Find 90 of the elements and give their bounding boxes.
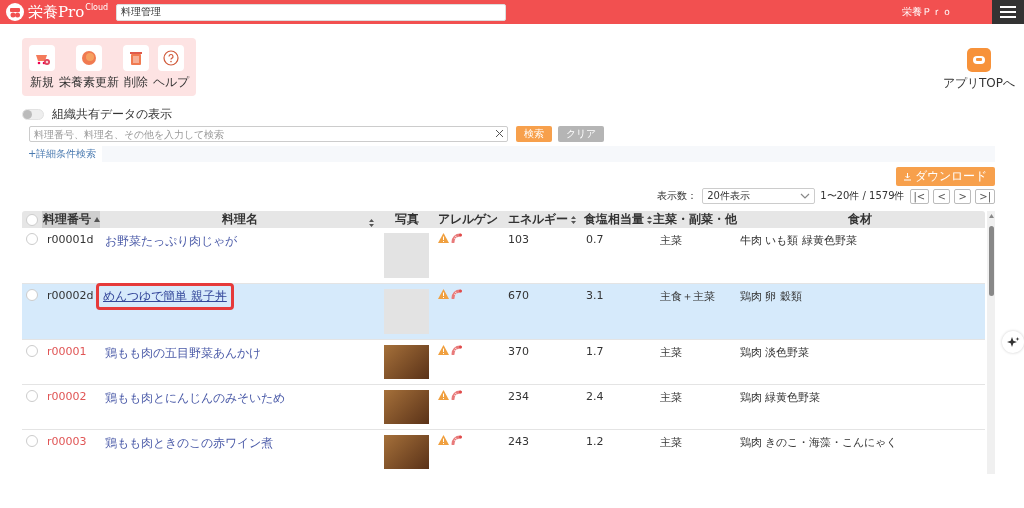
- ingredients-text: 鶏肉 卵 穀類: [740, 290, 802, 303]
- column-header[interactable]: エネルギー: [503, 211, 581, 228]
- ingredients-text: 牛肉 いも類 緑黄色野菜: [740, 234, 857, 247]
- search-field[interactable]: 料理管理: [116, 3, 507, 21]
- pager-button[interactable]: <: [933, 188, 951, 204]
- shrimp-icon: [451, 289, 462, 299]
- select-all-checkbox[interactable]: [26, 213, 38, 226]
- warning-icon: [438, 435, 449, 445]
- warning-icon: [438, 289, 449, 299]
- ingredients-text: 鶏肉 きのこ・海藻・こんにゃく: [740, 436, 898, 449]
- logo-text: 栄養Pro: [28, 2, 85, 22]
- trash-icon: [127, 49, 145, 67]
- row-checkbox[interactable]: [26, 233, 38, 245]
- logo-superscript-text: Cloud: [85, 2, 109, 12]
- recipe-number: r00002: [47, 390, 87, 403]
- shrimp-icon: [451, 390, 462, 400]
- dish-category: 主菜: [660, 346, 682, 359]
- energy-value: 370: [508, 345, 529, 358]
- advanced-search-link[interactable]: +詳細条件検索: [22, 146, 103, 162]
- logo-icon: [6, 3, 24, 21]
- dish-category: 主菜: [660, 391, 682, 404]
- menu-button[interactable]: [992, 0, 1024, 24]
- cloud-icon: [972, 53, 986, 67]
- recipe-number: r00001d: [47, 233, 94, 246]
- row-checkbox[interactable]: [26, 435, 38, 447]
- recipe-name-link[interactable]: めんつゆで簡単 親子丼: [96, 283, 234, 310]
- column-header[interactable]: 料理名: [100, 211, 380, 228]
- recipe-number: r00002d: [47, 289, 94, 302]
- recipe-name-link[interactable]: お野菜たっぷり肉じゃが: [105, 233, 237, 250]
- shrimp-icon: [451, 233, 462, 243]
- energy-value: 234: [508, 390, 529, 403]
- pager-button[interactable]: >: [954, 188, 972, 204]
- row-checkbox[interactable]: [26, 345, 38, 357]
- recipe-name-link[interactable]: 鶏もも肉の五目野菜あんかけ: [105, 345, 261, 362]
- recipe-name-link[interactable]: 鶏もも肉とにんじんのみそいため: [105, 390, 285, 407]
- app-top-button[interactable]: アプリTOPへ: [943, 48, 1015, 92]
- scroll-up-arrow-icon: [988, 214, 994, 218]
- pager-button[interactable]: |<: [909, 188, 930, 204]
- toggle-label: 組織共有データの表示: [52, 106, 172, 123]
- column-header[interactable]: 料理番号: [42, 211, 100, 228]
- table-row[interactable]: r00002d めんつゆで簡単 親子丼 670 3.1 主食＋主菜 鶏肉 卵 穀類: [22, 284, 985, 340]
- pager-button[interactable]: >|: [975, 188, 995, 204]
- toolbar-button[interactable]: ヘルプ: [153, 45, 189, 91]
- energy-value: 103: [508, 233, 529, 246]
- sparkle-button[interactable]: [1002, 331, 1024, 353]
- salt-value: 1.2: [586, 435, 604, 448]
- sort-icon: [571, 215, 576, 224]
- recipe-number: r00003: [47, 435, 87, 448]
- page-size-select[interactable]: 20件表示: [702, 188, 816, 204]
- row-checkbox[interactable]: [26, 289, 38, 301]
- ingredients-text: 鶏肉 淡色野菜: [740, 346, 810, 359]
- sparkle-icon: [1006, 336, 1020, 348]
- shrimp-icon: [451, 435, 462, 445]
- clear-icon[interactable]: [495, 129, 504, 138]
- dish-category: 主菜: [660, 436, 682, 449]
- energy-value: 670: [508, 289, 529, 302]
- dish-category: 主食＋主菜: [660, 290, 715, 303]
- warning-icon: [438, 233, 449, 243]
- row-checkbox[interactable]: [26, 390, 38, 402]
- help-icon: [162, 49, 180, 67]
- recipe-name-link[interactable]: 鶏もも肉ときのこの赤ワイン煮: [105, 435, 273, 452]
- toggle-switch[interactable]: [22, 109, 44, 120]
- user-name: 栄養Ｐｒｏ: [902, 5, 952, 19]
- shrimp-icon: [451, 345, 462, 355]
- page-size-label: 表示数：: [657, 189, 698, 203]
- energy-value: 243: [508, 435, 529, 448]
- salt-value: 3.1: [586, 289, 604, 302]
- salt-value: 2.4: [586, 390, 604, 403]
- chevron-down-icon: [800, 193, 811, 199]
- column-header: 写真: [393, 211, 420, 228]
- column-header: 主菜・副菜・他: [655, 211, 735, 228]
- result-range: 1〜20件 / 1579件: [820, 189, 905, 203]
- sort-icon: [369, 219, 374, 227]
- ball-icon: [80, 49, 98, 67]
- sort-icon: [647, 215, 652, 224]
- column-header: 食材: [847, 211, 873, 228]
- toolbar-button[interactable]: 栄養素更新: [59, 45, 119, 91]
- salt-value: 1.7: [586, 345, 604, 358]
- salt-value: 0.7: [586, 233, 604, 246]
- recipe-number: r00001: [47, 345, 87, 358]
- menu-icon: [1000, 6, 1016, 18]
- search-field[interactable]: 料理番号、料理名、その他を入力して検索: [29, 126, 508, 142]
- column-header: アレルゲン: [437, 211, 499, 228]
- ingredients-text: 鶏肉 緑黄色野菜: [740, 391, 821, 404]
- sort-ascending-icon: [93, 217, 100, 222]
- dish-category: 主菜: [660, 234, 682, 247]
- warning-icon: [438, 345, 449, 355]
- scrollbar[interactable]: [987, 211, 995, 474]
- download-icon: [904, 172, 911, 181]
- warning-icon: [438, 390, 449, 400]
